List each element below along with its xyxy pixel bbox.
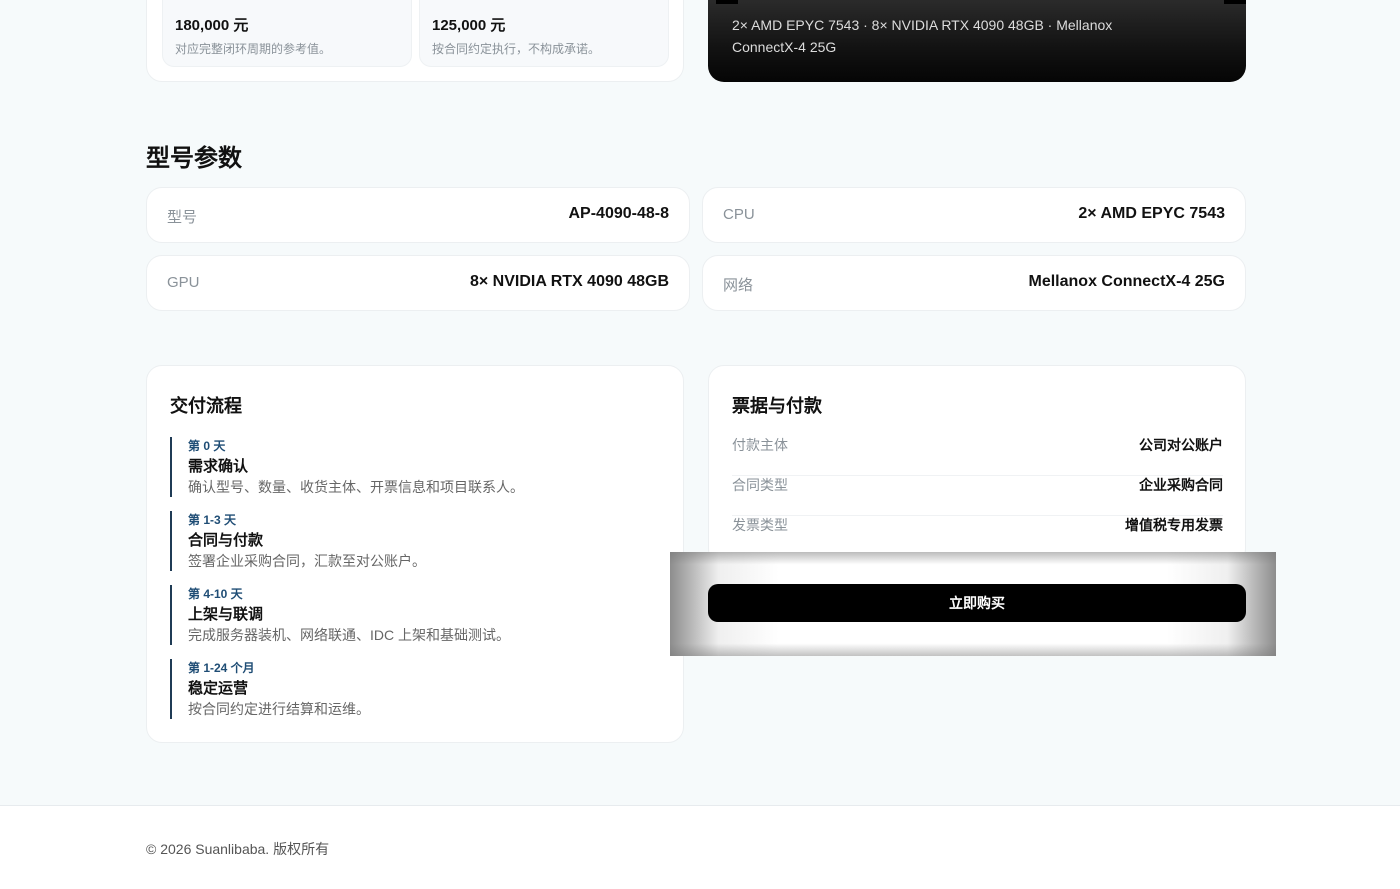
flow-step: 第 4-10 天 上架与联调 完成服务器装机、网络联通、IDC 上架和基础测试。 bbox=[170, 585, 650, 645]
hero-tab-right bbox=[1224, 0, 1246, 4]
spec-card-network: 网络 Mellanox ConnectX-4 25G bbox=[702, 255, 1246, 311]
specs-section-title: 型号参数 bbox=[146, 145, 242, 172]
stat-box-total: 180,000 元 对应完整闭环周期的参考值。 bbox=[162, 0, 412, 67]
step-description: 按合同约定进行结算和运维。 bbox=[188, 701, 370, 717]
spec-key: GPU bbox=[167, 274, 200, 291]
footer: © 2026 Suanlibaba. 版权所有 bbox=[0, 805, 1400, 889]
footer-copyright: © 2026 Suanlibaba. 版权所有 bbox=[146, 841, 330, 857]
payment-row: 合同类型 企业采购合同 bbox=[732, 475, 1223, 516]
spec-key: 网络 bbox=[723, 277, 754, 294]
payment-row: 发票类型 增值税专用发票 bbox=[732, 515, 1223, 556]
stat-note: 对应完整闭环周期的参考值。 bbox=[175, 42, 332, 56]
payment-value: 公司对公账户 bbox=[1139, 437, 1223, 453]
stat-note: 按合同约定执行，不构成承诺。 bbox=[432, 42, 601, 56]
delivery-flow-card: 交付流程 第 0 天 需求确认 确认型号、数量、收货主体、开票信息和项目联系人。… bbox=[146, 365, 684, 743]
flow-step: 第 1-3 天 合同与付款 签署企业采购合同，汇款至对公账户。 bbox=[170, 511, 650, 571]
step-title: 稳定运营 bbox=[188, 680, 249, 697]
payment-card: 票据与付款 付款主体 公司对公账户 合同类型 企业采购合同 发票类型 增值税专用… bbox=[708, 365, 1246, 565]
stat-box-contract: 125,000 元 按合同约定执行，不构成承诺。 bbox=[419, 0, 669, 67]
payment-key: 合同类型 bbox=[732, 477, 788, 493]
spec-value: AP-4090-48-8 bbox=[568, 205, 670, 222]
payment-key: 发票类型 bbox=[732, 517, 788, 533]
stat-value: 125,000 元 bbox=[432, 17, 506, 34]
pricing-summary-card: 180,000 元 对应完整闭环周期的参考值。 125,000 元 按合同约定执… bbox=[146, 0, 684, 82]
payment-row: 付款主体 公司对公账户 bbox=[732, 435, 1223, 476]
spec-value: Mellanox ConnectX-4 25G bbox=[1028, 273, 1226, 290]
flow-step: 第 1-24 个月 稳定运营 按合同约定进行结算和运维。 bbox=[170, 659, 650, 719]
stat-value: 180,000 元 bbox=[175, 17, 249, 34]
step-day: 第 1-24 个月 bbox=[188, 661, 255, 675]
spec-value: 8× NVIDIA RTX 4090 48GB bbox=[469, 273, 669, 290]
spec-card-cpu: CPU 2× AMD EPYC 7543 bbox=[702, 187, 1246, 243]
spec-value: 2× AMD EPYC 7543 bbox=[1078, 205, 1225, 222]
step-description: 完成服务器装机、网络联通、IDC 上架和基础测试。 bbox=[188, 627, 510, 643]
payment-value: 增值税专用发票 bbox=[1125, 517, 1223, 533]
step-title: 需求确认 bbox=[188, 458, 249, 475]
spec-card-gpu: GPU 8× NVIDIA RTX 4090 48GB bbox=[146, 255, 690, 311]
step-description: 确认型号、数量、收货主体、开票信息和项目联系人。 bbox=[188, 479, 524, 495]
step-day: 第 4-10 天 bbox=[188, 587, 243, 601]
buy-now-button[interactable]: 立即购买 bbox=[708, 584, 1246, 622]
spec-key: CPU bbox=[723, 206, 755, 223]
hero-description: 2× AMD EPYC 7543 · 8× NVIDIA RTX 4090 48… bbox=[732, 17, 1113, 55]
flow-step: 第 0 天 需求确认 确认型号、数量、收货主体、开票信息和项目联系人。 bbox=[170, 437, 650, 497]
hero-tab-left bbox=[716, 0, 738, 4]
payment-value: 企业采购合同 bbox=[1139, 477, 1223, 493]
payment-title: 票据与付款 bbox=[732, 396, 822, 416]
step-title: 合同与付款 bbox=[188, 532, 264, 549]
sticky-buy-bar: 立即购买 bbox=[670, 552, 1276, 656]
payment-key: 付款主体 bbox=[732, 437, 788, 453]
step-description: 签署企业采购合同，汇款至对公账户。 bbox=[188, 553, 426, 569]
spec-key: 型号 bbox=[167, 209, 198, 226]
step-title: 上架与联调 bbox=[188, 606, 264, 623]
step-day: 第 1-3 天 bbox=[188, 513, 237, 527]
step-day: 第 0 天 bbox=[188, 439, 226, 453]
product-hero-card: 2× AMD EPYC 7543 · 8× NVIDIA RTX 4090 48… bbox=[708, 0, 1246, 82]
flow-title: 交付流程 bbox=[170, 396, 242, 416]
spec-card-model: 型号 AP-4090-48-8 bbox=[146, 187, 690, 243]
